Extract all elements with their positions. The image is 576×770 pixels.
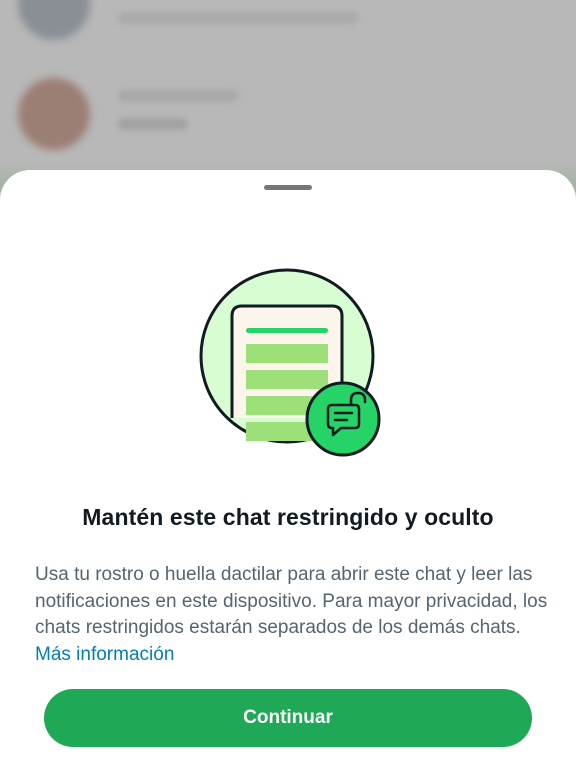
- blurred-text: [118, 90, 238, 102]
- blurred-avatar: [18, 0, 90, 40]
- continue-button[interactable]: Continuar: [44, 689, 532, 747]
- blurred-avatar: [18, 78, 90, 150]
- bottom-sheet: Mantén este chat restringido y oculto Us…: [0, 170, 576, 770]
- blurred-text: [118, 12, 358, 24]
- unlocked-chat-bubble-icon: [305, 381, 381, 457]
- learn-more-link[interactable]: Más información: [35, 644, 174, 665]
- blurred-chat-row: [0, 0, 576, 50]
- locked-chat-illustration: [195, 268, 390, 458]
- blurred-chat-row: [0, 70, 576, 160]
- sheet-description: Usa tu rostro o huella dactilar para abr…: [35, 562, 555, 668]
- sheet-title: Mantén este chat restringido y oculto: [82, 504, 494, 530]
- description-text: Usa tu rostro o huella dactilar para abr…: [35, 564, 548, 638]
- sheet-drag-handle[interactable]: [264, 185, 312, 190]
- blurred-text: [118, 118, 188, 130]
